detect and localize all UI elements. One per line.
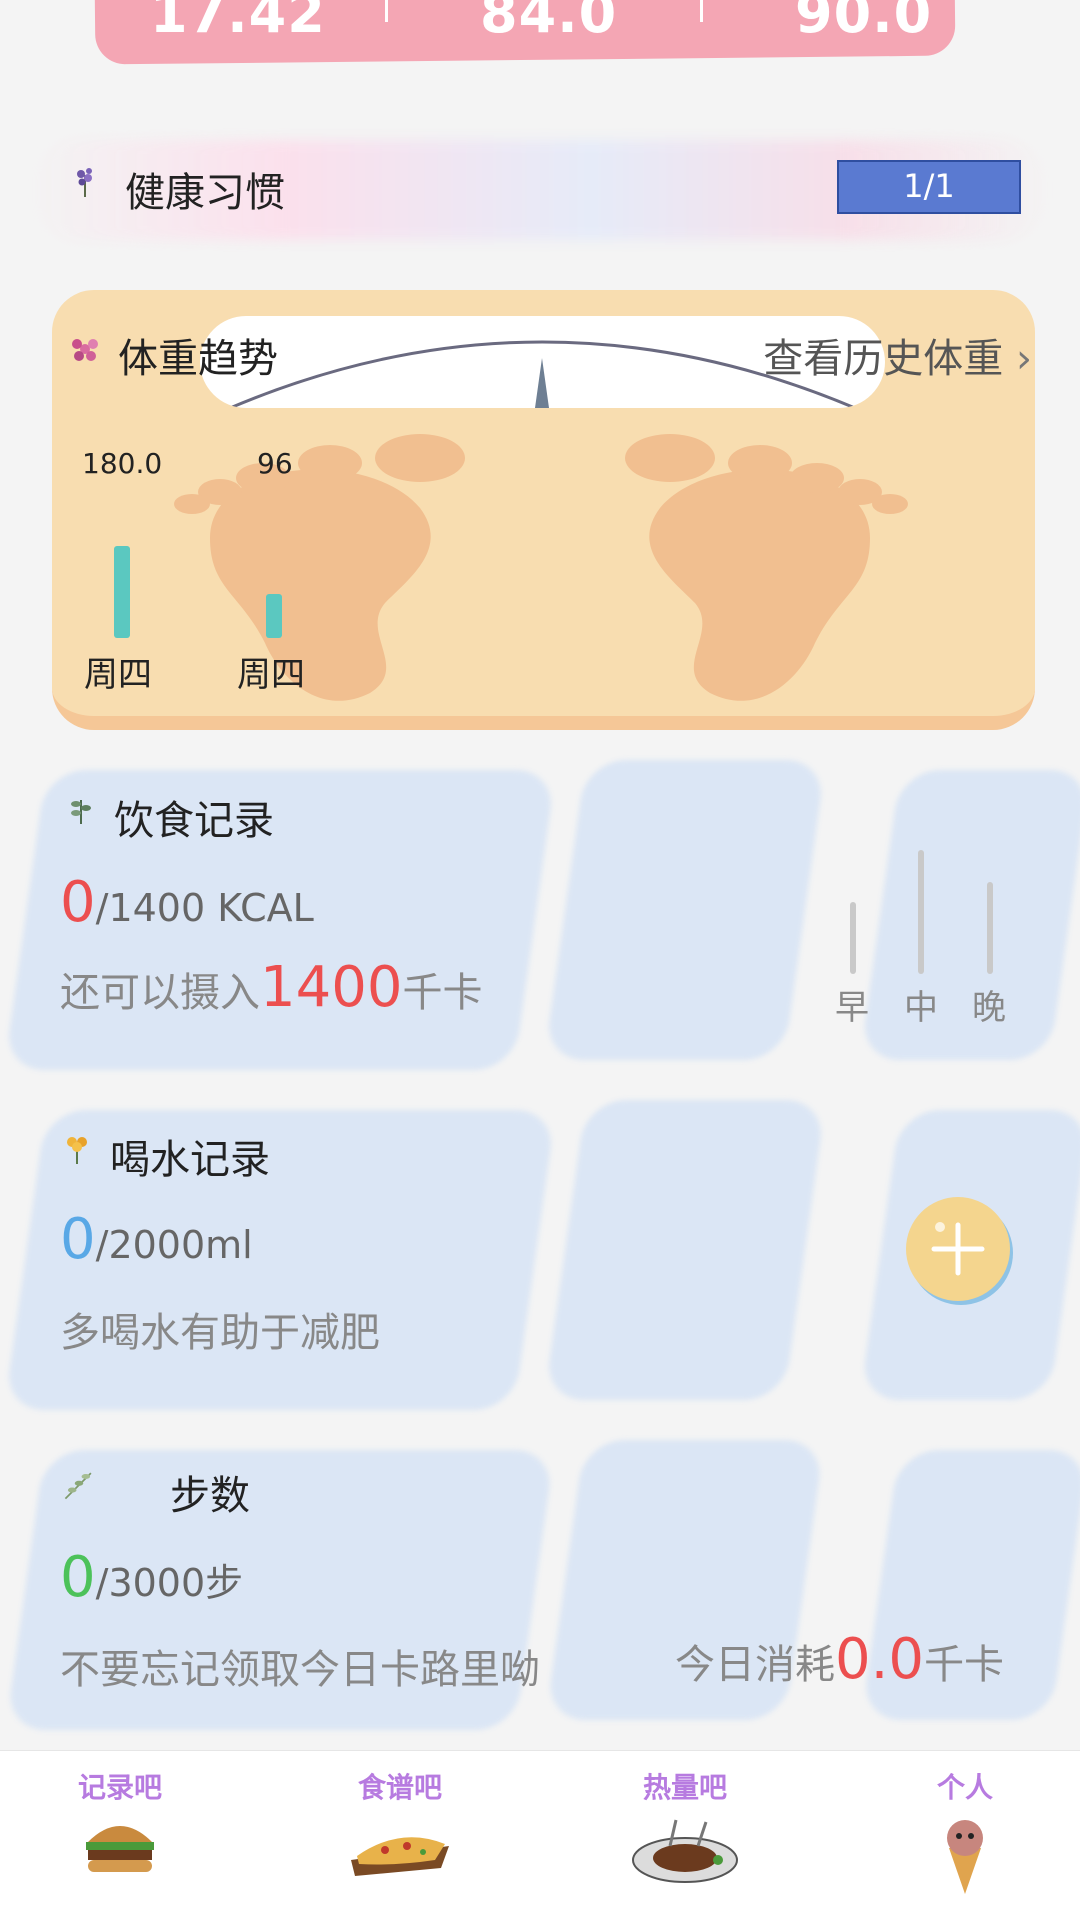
weight-bar xyxy=(266,594,282,638)
steps-consumed: 今日消耗0.0千卡 xyxy=(675,1627,1004,1692)
consumed-value: 0.0 xyxy=(835,1627,925,1692)
meal-label-lunch: 中 xyxy=(904,988,938,1028)
chevron-right-icon: › xyxy=(1016,336,1032,382)
stat-divider xyxy=(385,0,388,22)
water-intake: 0/2000ml xyxy=(60,1207,253,1272)
herb-icon xyxy=(64,792,98,830)
brush-bg xyxy=(543,1100,827,1400)
flower-icon xyxy=(68,332,102,370)
water-title: 喝水记录 xyxy=(110,1137,270,1183)
nav-item-record[interactable]: 记录吧 xyxy=(40,1760,200,1910)
diet-remaining-value: 1400 xyxy=(260,955,403,1020)
nav-item-calories[interactable]: 热量吧 xyxy=(605,1760,765,1910)
leaf-sprig-icon xyxy=(62,1468,96,1506)
steps-goal: /3000步 xyxy=(95,1561,244,1605)
plus-icon xyxy=(931,1222,985,1276)
meal-label-breakfast: 早 xyxy=(835,988,869,1028)
consumed-unit: 千卡 xyxy=(924,1642,1005,1688)
diet-current: 0 xyxy=(60,870,96,935)
steps-title: 步数 xyxy=(170,1473,250,1519)
stat-divider xyxy=(700,0,703,22)
steak-plate-icon xyxy=(632,1819,738,1883)
diet-remaining-unit: 千卡 xyxy=(402,970,483,1016)
chart-category-label: 周四 xyxy=(237,655,305,695)
weight-bar xyxy=(114,546,130,638)
pizza-icon xyxy=(351,1837,449,1876)
chart-category-label: 周四 xyxy=(84,655,152,695)
chart-value-label: 180.0 xyxy=(82,447,163,480)
brush-bg xyxy=(859,770,1080,1060)
steps-current: 0 xyxy=(60,1545,96,1610)
stat-target: 90.0 xyxy=(795,0,933,45)
diet-intake: 0/1400 KCAL xyxy=(60,870,314,935)
nav-item-recipes[interactable]: 食谱吧 xyxy=(320,1760,480,1910)
stat-weight: 84.0 xyxy=(480,0,618,45)
nav-label: 个人 xyxy=(936,1771,993,1804)
nav-label: 热量吧 xyxy=(642,1771,727,1804)
nav-item-profile[interactable]: 个人 xyxy=(885,1760,1045,1910)
habits-title: 健康习惯 xyxy=(125,170,285,216)
nav-label: 食谱吧 xyxy=(357,1771,442,1804)
habits-progress-badge[interactable]: 1/1 xyxy=(837,160,1021,214)
steps-tip: 不要忘记领取今日卡路里呦 xyxy=(60,1647,540,1693)
weight-title: 体重趋势 xyxy=(118,336,278,382)
meal-bar-dinner xyxy=(987,882,993,974)
history-link-label: 查看历史体重 xyxy=(763,336,1004,382)
brush-bg xyxy=(543,760,827,1060)
diet-remaining-prefix: 还可以摄入 xyxy=(60,970,260,1016)
steps-count: 0/3000步 xyxy=(60,1545,243,1610)
stat-bmi: 17.42 xyxy=(150,0,326,45)
water-tip: 多喝水有助于减肥 xyxy=(60,1310,380,1356)
water-current: 0 xyxy=(60,1207,96,1272)
diet-remaining: 还可以摄入1400千卡 xyxy=(60,955,483,1020)
meal-label-dinner: 晚 xyxy=(972,988,1006,1028)
diet-goal: /1400 KCAL xyxy=(95,886,314,930)
lavender-icon xyxy=(68,165,102,203)
nav-label: 记录吧 xyxy=(77,1771,162,1804)
diet-title: 饮食记录 xyxy=(114,798,274,844)
yellow-flower-icon xyxy=(60,1132,94,1170)
history-weight-link[interactable]: 查看历史体重 › xyxy=(763,326,1032,384)
meal-bar-lunch xyxy=(918,850,924,974)
water-goal: /2000ml xyxy=(95,1223,253,1267)
chart-value-label: 96 xyxy=(257,447,293,480)
ice-cream-icon xyxy=(947,1820,983,1894)
burger-icon xyxy=(86,1826,154,1872)
consumed-prefix: 今日消耗 xyxy=(675,1642,835,1688)
meal-bar-breakfast xyxy=(850,902,856,974)
add-water-button[interactable] xyxy=(906,1197,1010,1301)
